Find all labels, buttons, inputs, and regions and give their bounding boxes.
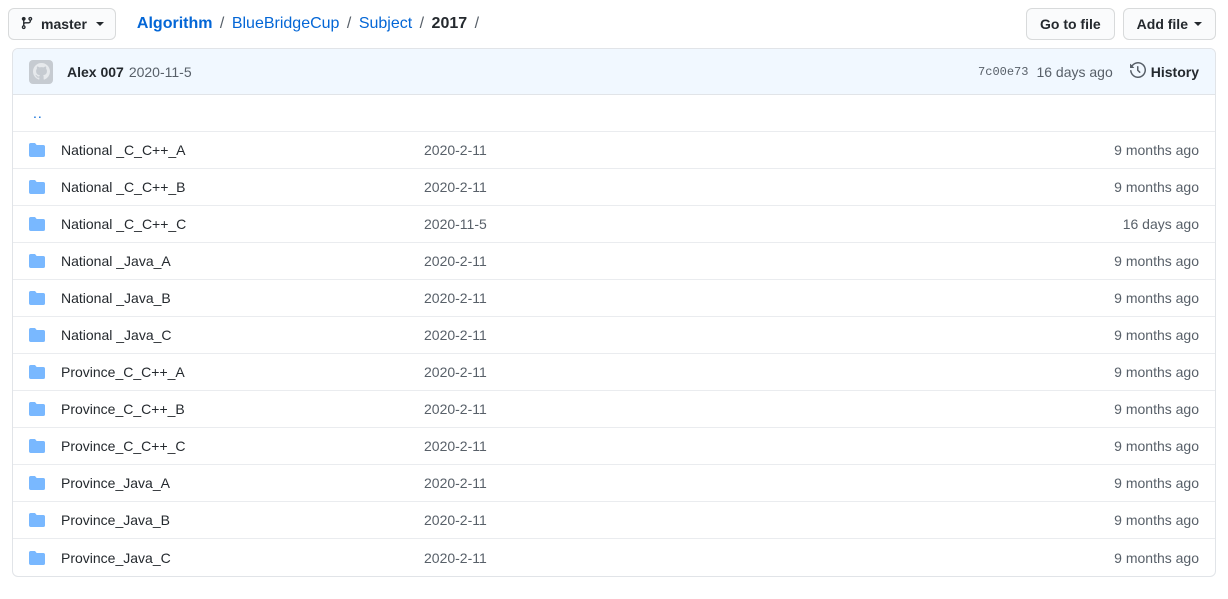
parent-directory-link[interactable]: .. <box>29 105 43 121</box>
table-row[interactable]: National _C_C++_C 2020-11-5 16 days ago <box>13 206 1215 243</box>
breadcrumb-item-current: 2017 <box>431 15 468 32</box>
go-to-file-label: Go to file <box>1039 16 1101 32</box>
folder-icon <box>29 364 49 380</box>
parent-directory-row[interactable]: .. <box>13 95 1215 132</box>
file-name[interactable]: National _C_C++_C <box>49 216 424 232</box>
add-file-label: Add file <box>1136 16 1188 32</box>
folder-icon <box>29 512 49 528</box>
file-name[interactable]: National _Java_B <box>49 290 424 306</box>
file-age: 9 months ago <box>1114 475 1199 491</box>
history-label: History <box>1150 63 1199 80</box>
file-commit-message[interactable]: 2020-2-11 <box>424 438 1049 454</box>
file-name[interactable]: Province_Java_B <box>49 512 424 528</box>
repo-toolbar: master Algorithm / BlueBridgeCup / Subje… <box>0 0 1228 48</box>
table-row[interactable]: Province_Java_A 2020-2-11 9 months ago <box>13 465 1215 502</box>
folder-icon <box>29 216 49 232</box>
file-commit-message[interactable]: 2020-2-11 <box>424 253 1049 269</box>
file-age: 9 months ago <box>1114 179 1199 195</box>
folder-icon <box>29 179 49 195</box>
file-age: 9 months ago <box>1114 512 1199 528</box>
commit-author[interactable]: Alex 007 <box>67 64 124 80</box>
breadcrumb-separator: / <box>219 15 225 32</box>
commit-sha[interactable]: 7c00e73 <box>978 65 1028 79</box>
table-row[interactable]: National _Java_B 2020-2-11 9 months ago <box>13 280 1215 317</box>
breadcrumb-separator: / <box>419 15 425 32</box>
file-name[interactable]: National _C_C++_B <box>49 179 424 195</box>
folder-icon <box>29 253 49 269</box>
commit-message[interactable]: 2020-11-5 <box>129 64 192 80</box>
folder-icon <box>29 475 49 491</box>
file-name[interactable]: Province_Java_A <box>49 475 424 491</box>
folder-icon <box>29 550 49 566</box>
git-branch-icon <box>20 15 34 34</box>
commit-meta: 7c00e73 16 days ago History <box>978 61 1199 81</box>
file-age: 9 months ago <box>1114 327 1199 343</box>
folder-icon <box>29 290 49 306</box>
file-name[interactable]: Province_C_C++_C <box>49 438 424 454</box>
breadcrumb-item-subject[interactable]: Subject <box>359 15 412 32</box>
file-name[interactable]: National _C_C++_A <box>49 142 424 158</box>
file-age: 9 months ago <box>1114 253 1199 269</box>
add-file-button[interactable]: Add file <box>1122 8 1216 40</box>
file-commit-message[interactable]: 2020-2-11 <box>424 142 1049 158</box>
history-clock-icon <box>1129 61 1146 81</box>
branch-selector-button[interactable]: master <box>8 8 116 40</box>
file-commit-message[interactable]: 2020-11-5 <box>424 216 1049 232</box>
table-row[interactable]: National _C_C++_A 2020-2-11 9 months ago <box>13 132 1215 169</box>
table-row[interactable]: Province_Java_C 2020-2-11 9 months ago <box>13 539 1215 576</box>
folder-icon <box>29 142 49 158</box>
file-name[interactable]: Province_C_C++_B <box>49 401 424 417</box>
table-row[interactable]: National _Java_C 2020-2-11 9 months ago <box>13 317 1215 354</box>
file-commit-message[interactable]: 2020-2-11 <box>424 475 1049 491</box>
file-commit-message[interactable]: 2020-2-11 <box>424 550 1049 566</box>
table-row[interactable]: Province_C_C++_C 2020-2-11 9 months ago <box>13 428 1215 465</box>
file-name[interactable]: National _Java_C <box>49 327 424 343</box>
file-age: 9 months ago <box>1114 438 1199 454</box>
file-name[interactable]: Province_C_C++_A <box>49 364 424 380</box>
file-name[interactable]: Province_Java_C <box>49 550 424 566</box>
file-age: 9 months ago <box>1114 401 1199 417</box>
table-row[interactable]: Province_C_C++_B 2020-2-11 9 months ago <box>13 391 1215 428</box>
file-name[interactable]: National _Java_A <box>49 253 424 269</box>
github-avatar-icon <box>29 59 53 84</box>
file-list: National _C_C++_A 2020-2-11 9 months ago… <box>13 132 1215 576</box>
branch-name-label: master <box>41 16 87 32</box>
breadcrumb-item-bluebridgecup[interactable]: BlueBridgeCup <box>232 15 340 32</box>
table-row[interactable]: National _Java_A 2020-2-11 9 months ago <box>13 243 1215 280</box>
toolbar-actions: Go to file Add file <box>1025 8 1216 40</box>
table-row[interactable]: Province_Java_B 2020-2-11 9 months ago <box>13 502 1215 539</box>
breadcrumb-separator-trailing: / <box>474 15 480 32</box>
file-commit-message[interactable]: 2020-2-11 <box>424 364 1049 380</box>
file-age: 9 months ago <box>1114 290 1199 306</box>
table-row[interactable]: Province_C_C++_A 2020-2-11 9 months ago <box>13 354 1215 391</box>
file-age: 16 days ago <box>1122 216 1199 232</box>
file-age: 9 months ago <box>1114 142 1199 158</box>
folder-icon <box>29 438 49 454</box>
breadcrumb-item-algorithm[interactable]: Algorithm <box>137 15 213 32</box>
history-button[interactable]: History <box>1129 61 1199 81</box>
latest-commit-bar: Alex 007 2020-11-5 7c00e73 16 days ago H… <box>13 49 1215 95</box>
breadcrumb-separator: / <box>346 15 352 32</box>
folder-icon <box>29 327 49 343</box>
file-commit-message[interactable]: 2020-2-11 <box>424 512 1049 528</box>
commit-age: 16 days ago <box>1036 63 1113 80</box>
file-commit-message[interactable]: 2020-2-11 <box>424 179 1049 195</box>
file-commit-message[interactable]: 2020-2-11 <box>424 327 1049 343</box>
file-browser: Alex 007 2020-11-5 7c00e73 16 days ago H… <box>12 48 1216 577</box>
file-commit-message[interactable]: 2020-2-11 <box>424 401 1049 417</box>
table-row[interactable]: National _C_C++_B 2020-2-11 9 months ago <box>13 169 1215 206</box>
file-age: 9 months ago <box>1114 549 1199 566</box>
file-age: 9 months ago <box>1114 364 1199 380</box>
file-commit-message[interactable]: 2020-2-11 <box>424 290 1049 306</box>
caret-down-icon <box>1194 22 1202 26</box>
breadcrumb: Algorithm / BlueBridgeCup / Subject / 20… <box>137 16 482 32</box>
caret-down-icon <box>95 22 104 26</box>
go-to-file-button[interactable]: Go to file <box>1025 8 1115 40</box>
folder-icon <box>29 401 49 417</box>
